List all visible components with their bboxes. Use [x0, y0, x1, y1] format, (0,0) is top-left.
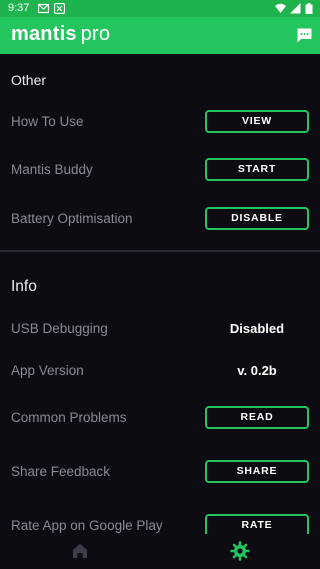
- bottom-nav: [0, 534, 320, 569]
- home-icon[interactable]: [69, 540, 91, 562]
- section-title-info: Info: [11, 278, 37, 295]
- app-logo: mantis pro: [11, 23, 110, 46]
- gear-icon[interactable]: [229, 540, 251, 562]
- status-time: 9:37: [8, 2, 30, 14]
- chat-icon[interactable]: [296, 27, 313, 44]
- battery-optimisation-label: Battery Optimisation: [11, 211, 133, 226]
- rate-app-label: Rate App on Google Play: [11, 518, 163, 533]
- mantis-buddy-label: Mantis Buddy: [11, 162, 93, 177]
- app-notification-icon: [54, 3, 65, 14]
- app-bar: mantis pro: [0, 17, 320, 54]
- disable-button[interactable]: DISABLE: [205, 207, 309, 230]
- signal-icon: [290, 3, 301, 14]
- brand-name: mantis: [11, 23, 77, 45]
- share-feedback-label: Share Feedback: [11, 464, 111, 479]
- app-version-label: App Version: [11, 363, 84, 378]
- share-button[interactable]: SHARE: [205, 460, 309, 483]
- usb-debugging-value: Disabled: [229, 321, 285, 336]
- start-button[interactable]: START: [205, 158, 309, 181]
- common-problems-label: Common Problems: [11, 410, 127, 425]
- section-title-other: Other: [11, 72, 47, 88]
- app-version-value: v. 0.2b: [237, 363, 277, 378]
- view-button[interactable]: VIEW: [205, 110, 309, 133]
- how-to-use-label: How To Use: [11, 114, 84, 129]
- gmail-notification-icon: [38, 3, 49, 14]
- status-bar: 9:37: [0, 0, 320, 17]
- section-divider: [0, 250, 320, 252]
- rate-button[interactable]: RATE: [205, 514, 309, 534]
- settings-content[interactable]: Other How To Use VIEW Mantis Buddy START…: [0, 54, 320, 534]
- battery-icon: [305, 3, 313, 14]
- usb-debugging-label: USB Debugging: [11, 321, 108, 336]
- wifi-icon: [275, 3, 286, 13]
- read-button[interactable]: READ: [205, 406, 309, 429]
- brand-suffix: pro: [80, 23, 111, 45]
